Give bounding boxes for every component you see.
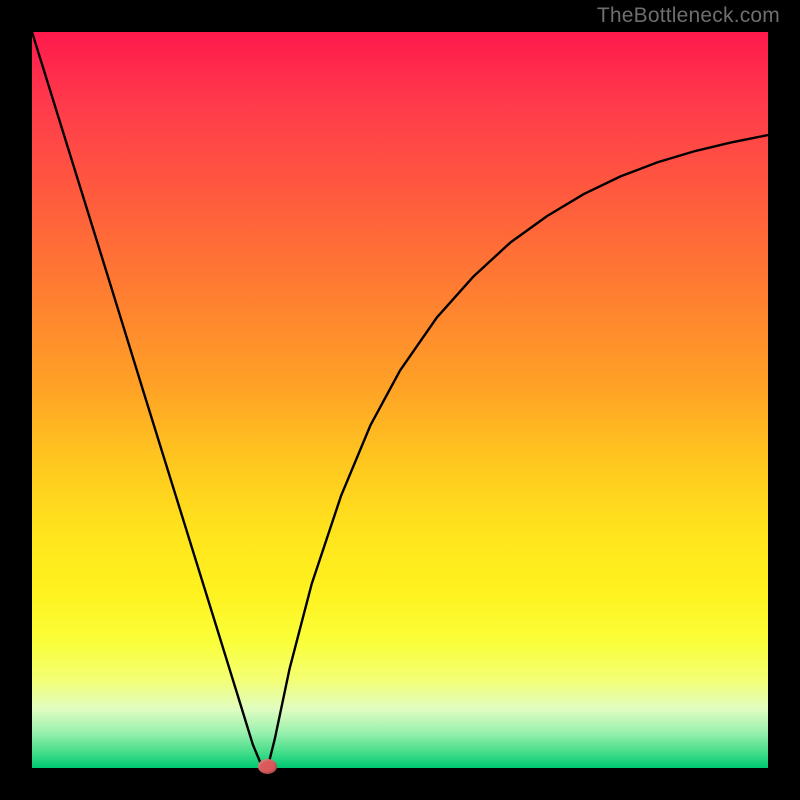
bottleneck-curve [32,32,768,768]
chart-frame: TheBottleneck.com [0,0,800,800]
watermark-text: TheBottleneck.com [597,4,780,28]
plot-area [32,32,768,768]
minimum-marker [258,759,277,774]
